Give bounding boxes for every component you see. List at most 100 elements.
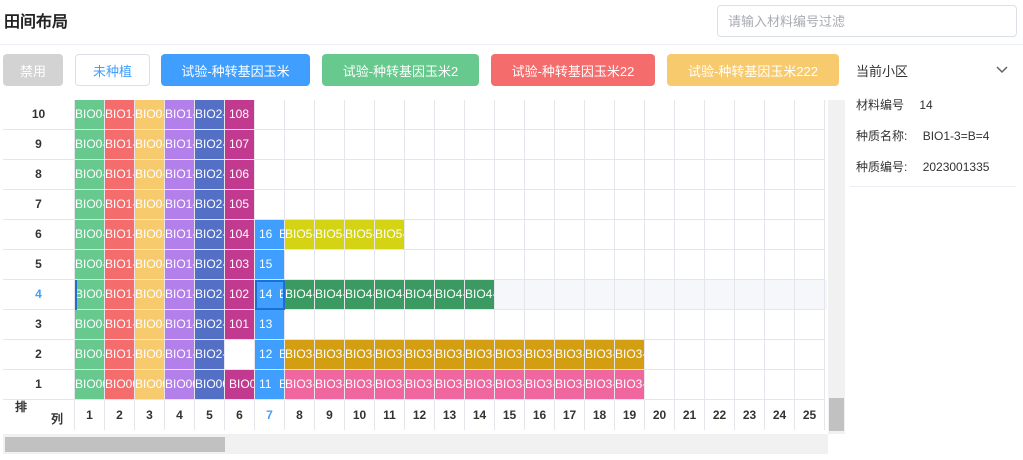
plot-cell[interactable]: [795, 100, 825, 130]
plot-cell[interactable]: BIO2-0: [195, 130, 225, 160]
plot-cell[interactable]: BIO1-1: [105, 340, 135, 370]
plot-cell[interactable]: BIO5-3: [375, 220, 405, 250]
plot-cell[interactable]: BIO0-1: [75, 190, 105, 220]
plot-cell[interactable]: BIO3-1: [525, 370, 555, 400]
plot-cell[interactable]: [525, 250, 555, 280]
plot-cell[interactable]: [795, 190, 825, 220]
plot-cell[interactable]: [345, 100, 375, 130]
plot-cell[interactable]: BIO3-1: [465, 340, 495, 370]
plot-cell[interactable]: BIO5-1: [285, 220, 315, 250]
plot-cell[interactable]: [255, 190, 285, 220]
plot-cell[interactable]: [795, 250, 825, 280]
plot-cell[interactable]: BIO3-1: [585, 340, 615, 370]
legend-disabled-button[interactable]: 禁用: [3, 54, 63, 86]
plot-cell[interactable]: [345, 310, 375, 340]
plot-cell[interactable]: [405, 130, 435, 160]
plot-cell[interactable]: BIO4-1: [315, 280, 345, 310]
plot-cell[interactable]: [645, 280, 675, 310]
vertical-scrollbar-thumb[interactable]: [829, 398, 844, 431]
plot-cell[interactable]: [285, 190, 315, 220]
plot-cell[interactable]: [555, 280, 585, 310]
plot-cell[interactable]: BIO3-1: [555, 340, 585, 370]
plot-cell[interactable]: BIO0-1: [135, 250, 165, 280]
plot-cell[interactable]: [735, 250, 765, 280]
plot-cell[interactable]: [645, 190, 675, 220]
plot-cell[interactable]: [375, 100, 405, 130]
plot-cell[interactable]: BIO1-1: [105, 130, 135, 160]
plot-cell[interactable]: [615, 250, 645, 280]
plot-cell[interactable]: [555, 310, 585, 340]
plot-cell[interactable]: BIO4-1: [345, 280, 375, 310]
legend-trial-corn22-button[interactable]: 试验-种转基因玉米22: [491, 54, 655, 86]
plot-cell[interactable]: [735, 160, 765, 190]
plot-cell[interactable]: BIO2-0: [195, 190, 225, 220]
plot-cell[interactable]: [795, 160, 825, 190]
plot-cell[interactable]: [765, 100, 795, 130]
plot-cell[interactable]: [435, 250, 465, 280]
plot-cell[interactable]: [525, 100, 555, 130]
plot-cell[interactable]: [525, 310, 555, 340]
plot-cell[interactable]: 108: [225, 100, 255, 130]
plot-cell[interactable]: BIO3-1: [435, 340, 465, 370]
plot-cell[interactable]: BIO3-1: [345, 370, 375, 400]
plot-cell[interactable]: BIO5-1: [315, 220, 345, 250]
plot-cell[interactable]: BIO2-0: [195, 220, 225, 250]
plot-cell[interactable]: BIO0-1: [135, 100, 165, 130]
plot-cell[interactable]: [495, 310, 525, 340]
plot-cell[interactable]: [495, 190, 525, 220]
plot-cell[interactable]: [765, 340, 795, 370]
plot-cell[interactable]: [795, 340, 825, 370]
plot-cell[interactable]: [675, 310, 705, 340]
plot-cell[interactable]: BIO1-1: [165, 220, 195, 250]
plot-cell[interactable]: [765, 310, 795, 340]
plot-cell[interactable]: [555, 220, 585, 250]
plot-cell[interactable]: [795, 370, 825, 400]
plot-cell[interactable]: [405, 220, 435, 250]
plot-cell[interactable]: [765, 160, 795, 190]
plot-cell[interactable]: [615, 160, 645, 190]
plot-cell[interactable]: BIO3-1: [525, 340, 555, 370]
plot-cell[interactable]: 15: [255, 250, 285, 280]
plot-cell[interactable]: [615, 100, 645, 130]
plot-cell[interactable]: BIO3-1: [435, 370, 465, 400]
plot-cell[interactable]: [675, 250, 705, 280]
plot-cell[interactable]: [705, 280, 735, 310]
plot-cell[interactable]: BIO4-1: [285, 280, 315, 310]
plot-cell[interactable]: [705, 220, 735, 250]
plot-cell[interactable]: [405, 310, 435, 340]
plot-cell[interactable]: 105: [225, 190, 255, 220]
plot-cell[interactable]: 103: [225, 250, 255, 280]
plot-cell[interactable]: [585, 310, 615, 340]
plot-cell[interactable]: [675, 190, 705, 220]
plot-cell[interactable]: BIO3-1: [375, 340, 405, 370]
plot-cell[interactable]: [795, 280, 825, 310]
plot-cell[interactable]: BIO0-1: [75, 250, 105, 280]
plot-cell[interactable]: 107: [225, 130, 255, 160]
plot-cell[interactable]: [705, 100, 735, 130]
plot-cell[interactable]: BIO0-1: [135, 190, 165, 220]
plot-cell[interactable]: [405, 160, 435, 190]
plot-cell[interactable]: [375, 310, 405, 340]
plot-cell[interactable]: BIO1-1: [105, 310, 135, 340]
plot-cell[interactable]: BIO0-1: [75, 100, 105, 130]
plot-cell[interactable]: [615, 280, 645, 310]
plot-cell[interactable]: [615, 220, 645, 250]
plot-cell[interactable]: 101: [225, 310, 255, 340]
plot-cell[interactable]: BIO2-0: [195, 100, 225, 130]
plot-cell[interactable]: [585, 160, 615, 190]
plot-cell[interactable]: BIO2-0: [195, 280, 225, 310]
plot-cell[interactable]: [315, 100, 345, 130]
plot-cell[interactable]: [675, 280, 705, 310]
plot-cell[interactable]: [495, 160, 525, 190]
plot-cell[interactable]: [705, 370, 735, 400]
plot-cell[interactable]: BIO3-1: [615, 340, 645, 370]
plot-cell[interactable]: [405, 250, 435, 280]
plot-cell[interactable]: BIO2-0: [195, 250, 225, 280]
plot-cell[interactable]: BIO00: [225, 370, 255, 400]
plot-cell[interactable]: [465, 130, 495, 160]
plot-cell[interactable]: BIO0-1: [135, 160, 165, 190]
plot-cell[interactable]: [705, 250, 735, 280]
plot-cell[interactable]: BIO1-1: [105, 280, 135, 310]
plot-cell[interactable]: [465, 190, 495, 220]
plot-cell[interactable]: BIO2-0: [195, 160, 225, 190]
